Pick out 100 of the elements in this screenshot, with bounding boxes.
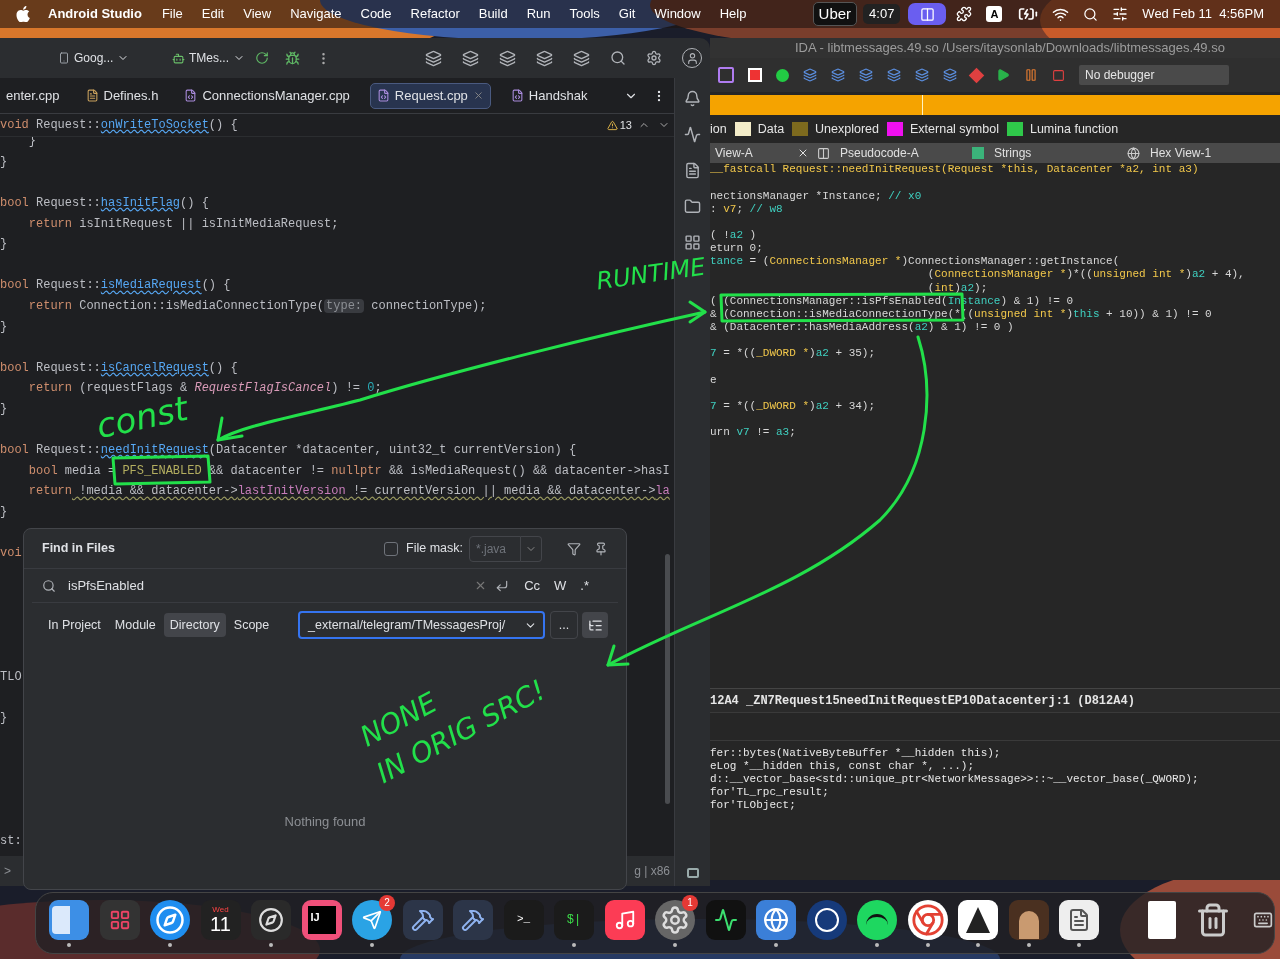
ida-tab[interactable]: Strings: [970, 143, 1125, 163]
code-line: bool Request::isMediaRequest() {: [0, 277, 231, 295]
scope-tab[interactable]: In Project: [42, 612, 107, 638]
menu-item[interactable]: Tools: [569, 4, 600, 24]
editor-tab[interactable]: enter.cpp: [0, 82, 66, 109]
notes-icon[interactable]: [1059, 899, 1099, 940]
portrait-icon[interactable]: [1008, 899, 1049, 940]
intellij-icon[interactable]: IJ: [301, 899, 342, 940]
tree-view-button[interactable]: [582, 612, 608, 638]
toolbar-tool-icon[interactable]: [499, 49, 516, 67]
finder-icon[interactable]: [49, 899, 89, 940]
telegram-icon[interactable]: [352, 899, 392, 940]
menu-item[interactable]: Code: [360, 4, 392, 24]
clock[interactable]: Wed Feb 11 4:56PM: [1142, 4, 1264, 24]
device-selector[interactable]: Goog...: [58, 49, 168, 67]
navigation-tool-icon[interactable]: [887, 68, 901, 82]
editor-tab[interactable]: ConnectionsManager.cpp: [178, 82, 356, 109]
navigation-tool-icon[interactable]: [831, 68, 845, 82]
notification-badge: 2: [379, 894, 395, 911]
hammer-icon[interactable]: [453, 899, 493, 940]
menu-item[interactable]: Navigate: [290, 4, 342, 24]
menu-item[interactable]: Window: [654, 4, 701, 24]
device-manager-icon[interactable]: [684, 198, 701, 215]
menu-item[interactable]: View: [243, 4, 272, 24]
menu-item[interactable]: Git: [618, 4, 636, 24]
warning-counter[interactable]: 13: [606, 116, 632, 134]
calendar-icon[interactable]: Wed 11: [200, 899, 241, 940]
toolbar-tool-icon[interactable]: [425, 49, 442, 67]
notifications-icon[interactable]: [684, 90, 701, 107]
menu-item[interactable]: Build: [478, 4, 508, 24]
ida-tab[interactable]: View-A: [710, 143, 815, 163]
app-grid-icon[interactable]: [99, 899, 140, 940]
compass-icon[interactable]: [150, 899, 190, 940]
columns-icon: [817, 146, 830, 160]
code-line: st:: [0, 833, 22, 851]
close-icon[interactable]: [472, 90, 484, 101]
run-icon[interactable]: [996, 68, 1010, 82]
navigation-tool-icon[interactable]: [859, 68, 873, 82]
music-icon[interactable]: [604, 899, 645, 940]
terminal-icon[interactable]: $|: [554, 899, 594, 940]
layout-inspector-icon[interactable]: [684, 234, 701, 251]
directory-field[interactable]: _external/telegram/TMessagesProj/: [298, 611, 545, 639]
debugger-dropdown[interactable]: No debugger: [1079, 65, 1229, 85]
screen-share-icon[interactable]: [908, 3, 947, 25]
search-icon[interactable]: [610, 50, 626, 66]
pause-icon[interactable]: [1024, 68, 1038, 82]
search-icon[interactable]: [1083, 6, 1099, 22]
apple-logo-icon[interactable]: [16, 6, 30, 22]
ida-tab[interactable]: Pseudocode-A: [815, 143, 970, 163]
search-option-toggle[interactable]: Cc: [521, 575, 544, 596]
pin-icon[interactable]: [594, 541, 608, 556]
menu-item[interactable]: Help: [719, 4, 747, 24]
browse-button[interactable]: ...: [550, 611, 578, 639]
stop-icon[interactable]: [1052, 68, 1065, 82]
navigation-tool-icon[interactable]: [915, 68, 929, 82]
file-mask-field[interactable]: *.java: [469, 535, 521, 562]
editor-tab[interactable]: Request.cpp: [369, 82, 491, 109]
timer-status[interactable]: 4:07: [863, 4, 901, 24]
globe-icon[interactable]: [756, 899, 796, 940]
toolbar-tool-icon[interactable]: [573, 49, 590, 67]
filter-icon[interactable]: [567, 541, 581, 556]
spotify-icon[interactable]: [857, 899, 897, 940]
search-field[interactable]: isPfsEnabled: [68, 575, 475, 596]
code-line: }: [0, 504, 8, 521]
file-mask-checkbox[interactable]: [384, 541, 399, 556]
editor-tab[interactable]: Defines.h: [79, 82, 165, 109]
scope-tab[interactable]: Module: [108, 612, 162, 638]
newline-icon[interactable]: [495, 578, 510, 593]
breadcrumb-arrow[interactable]: >: [4, 862, 11, 880]
ida-tab[interactable]: Hex View-1: [1125, 143, 1280, 163]
pseudocode-line: __fastcall Request::needInitRequest(Request *this, Datacenter *a2, int a3): [710, 162, 1199, 178]
control-center-icon[interactable]: [1112, 6, 1129, 22]
search-option-toggle[interactable]: .*: [577, 575, 592, 596]
settings-icon[interactable]: [646, 50, 662, 66]
toolbar-tool-icon[interactable]: [462, 49, 479, 67]
device-file-icon[interactable]: [684, 162, 701, 179]
terminal-icon[interactable]: >_: [503, 899, 544, 940]
run-config-selector[interactable]: TMes...: [172, 49, 245, 67]
editor-tab[interactable]: Handshak: [504, 82, 594, 109]
scope-tab[interactable]: Scope: [227, 612, 276, 638]
navigation-tool-icon[interactable]: [943, 68, 957, 82]
menu-item[interactable]: Edit: [201, 4, 225, 24]
menu-item[interactable]: Run: [526, 4, 551, 24]
warning-icon: [606, 119, 618, 131]
profiler-icon[interactable]: [684, 126, 701, 143]
window-title: IDA - libtmessages.49.so /Users/itaysonlab/Downloads/libtmessages.49.so: [795, 39, 1225, 58]
scope-tab[interactable]: Directory: [163, 612, 226, 638]
scrollbar[interactable]: [665, 554, 670, 804]
gear-icon[interactable]: [655, 899, 695, 940]
menu-item[interactable]: Refactor: [410, 4, 460, 24]
debug-icon[interactable]: [285, 50, 300, 66]
menu-item[interactable]: File: [161, 4, 183, 24]
search-option-toggle[interactable]: W: [551, 575, 570, 596]
rerun-icon[interactable]: [255, 51, 269, 65]
chrome-icon[interactable]: [907, 899, 948, 940]
hammer-icon[interactable]: [402, 899, 443, 940]
toolbar-tool-icon[interactable]: [536, 49, 553, 67]
app-menu[interactable]: Android Studio: [48, 4, 142, 24]
navigation-tool-icon[interactable]: [803, 68, 817, 82]
activity-monitor-icon[interactable]: [705, 899, 746, 940]
